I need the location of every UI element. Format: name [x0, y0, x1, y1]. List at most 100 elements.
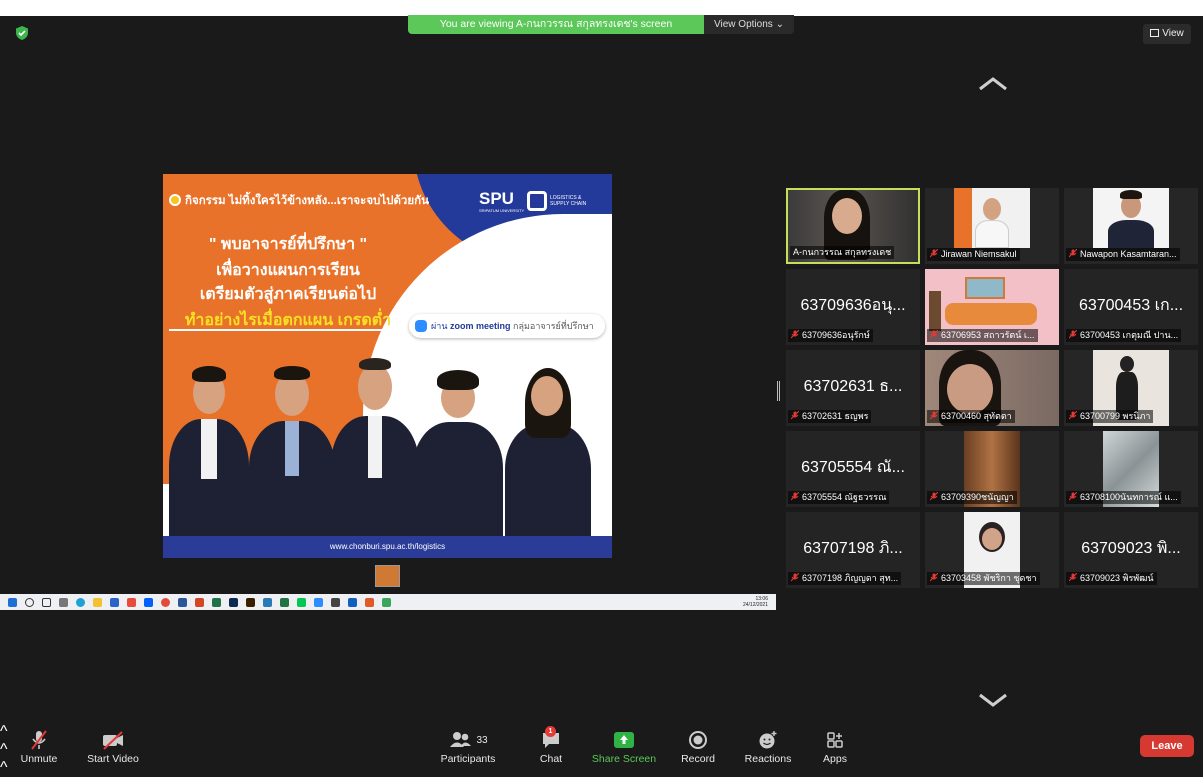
participant-tile[interactable]: A-กนกวรรณ สกุลทรงเดช: [786, 188, 920, 264]
chat-button[interactable]: 1 Chat: [533, 726, 569, 765]
explorer-icon: [93, 597, 102, 607]
participant-big-name: 63702631 ธ...: [803, 378, 903, 395]
line-icon: [297, 597, 306, 607]
app-icon: [127, 597, 136, 607]
participant-tile[interactable]: 63708100นันทการณ์ แ...: [1064, 431, 1198, 507]
share-screen-button[interactable]: Share Screen: [590, 729, 658, 765]
participant-name: 63705554 ณัฐธวรรณ: [788, 491, 890, 504]
participants-label: Participants: [440, 753, 496, 765]
chrome-icon: [161, 597, 170, 607]
participant-name: 63708100นันทการณ์ แ...: [1066, 491, 1181, 504]
participant-tile[interactable]: 63700460 สุทัตตา: [925, 350, 1059, 426]
participant-name: 63706953 สถาวรัตน์ เ...: [927, 329, 1038, 342]
target-icon: [169, 194, 181, 206]
participants-count: 33: [476, 734, 488, 746]
poster-person-2: [249, 366, 335, 536]
participant-name-text: 63705554 ณัฐธวรรณ: [802, 492, 887, 502]
mic-muted-icon: [930, 492, 938, 501]
share-screen-label: Share Screen: [591, 753, 657, 765]
participant-tile[interactable]: 63700799 พรนิภา: [1064, 350, 1198, 426]
participant-big-name: 63709636อนุ...: [800, 297, 906, 314]
lsc-logo: LOGISTICS & SUPPLY CHAIN: [527, 190, 599, 212]
participants-button[interactable]: 33 Participants: [437, 729, 499, 765]
participant-bg-shelf: [929, 291, 941, 331]
mic-muted-icon: [791, 330, 799, 339]
participant-tile[interactable]: 63700453 เก... 63700453 เกตุมณี ปาน...: [1064, 269, 1198, 345]
mail-icon: [110, 597, 119, 607]
shield-icon[interactable]: [14, 25, 30, 41]
poster-person-3: [331, 358, 419, 536]
unmute-button[interactable]: Unmute: [14, 729, 64, 765]
taskbar-date: 24/12/2021: [742, 602, 768, 608]
screen-thumbnail[interactable]: [375, 565, 400, 587]
poster-person-4: [413, 370, 503, 536]
participant-face: [982, 528, 1002, 550]
edge-icon: [76, 597, 85, 607]
participant-name-text: 63707198 ภิญญดา สุท...: [802, 573, 899, 583]
apps-button[interactable]: Apps: [818, 729, 852, 765]
split-handle[interactable]: [777, 381, 780, 401]
chevron-down-icon[interactable]: [978, 692, 1008, 708]
start-video-button[interactable]: Start Video: [84, 729, 142, 765]
dropbox-icon: [144, 597, 153, 607]
poster-headline-1: " พบอาจารย์ที่ปรึกษา ": [208, 236, 368, 253]
record-button[interactable]: Record: [679, 729, 717, 765]
poster-underline: [169, 329, 404, 331]
participant-big-name: 63700453 เก...: [1078, 297, 1184, 314]
start-video-label: Start Video: [87, 753, 139, 765]
mic-muted-icon: [930, 573, 938, 582]
leave-button[interactable]: Leave: [1140, 735, 1194, 757]
zoom-prefix: ผ่าน: [431, 321, 448, 331]
poster-activity-text: กิจกรรม ไม่ทิ้งใครไว้ข้างหลัง...เราจะจบไ…: [185, 195, 429, 207]
windows-start-icon: [8, 597, 17, 607]
app3-icon: [280, 597, 289, 607]
record-icon: [689, 731, 707, 749]
participant-name: Jirawan Niemsakul: [927, 248, 1020, 261]
participant-big-name: 63705554 ณั...: [801, 459, 905, 476]
participant-name-text: 63709390ชนัญญา: [941, 492, 1014, 502]
task-view-icon: [42, 597, 51, 607]
app5-icon: [348, 597, 357, 607]
mic-muted-icon: [791, 573, 799, 582]
participant-tile[interactable]: 63705554 ณั... 63705554 ณัฐธวรรณ: [786, 431, 920, 507]
shared-screen-poster: กิจกรรม ไม่ทิ้งใครไว้ข้างหลัง...เราจะจบไ…: [163, 174, 612, 558]
participant-name-text: 63703458 พัชริกา ชุดชา: [941, 573, 1037, 583]
taskbar-clock: 13:06 24/12/2021: [743, 596, 768, 608]
chevron-up-icon[interactable]: [978, 76, 1008, 92]
mic-muted-icon: [791, 492, 799, 501]
participant-name: 63700799 พรนิภา: [1066, 410, 1154, 423]
participant-tile[interactable]: 63709390ชนัญญา: [925, 431, 1059, 507]
mic-muted-icon: [930, 411, 938, 420]
mic-muted-icon: [1069, 573, 1077, 582]
zoom-taskbar-icon: [314, 597, 323, 607]
participant-name: 63707198 ภิญญดา สุท...: [788, 572, 902, 585]
illustrator-icon: [246, 597, 255, 607]
participant-tile[interactable]: Nawapon Kasamtaran...: [1064, 188, 1198, 264]
windows-taskbar: 13:06 24/12/2021: [0, 594, 776, 610]
participant-name: Nawapon Kasamtaran...: [1066, 248, 1180, 261]
participant-tile[interactable]: Jirawan Niemsakul: [925, 188, 1059, 264]
video-off-icon: [103, 731, 123, 750]
mic-muted-icon: [791, 411, 799, 420]
view-options-label: View Options: [714, 19, 773, 30]
apps-icon: [827, 732, 843, 748]
lsc-line2: SUPPLY CHAIN: [550, 201, 587, 207]
reactions-button[interactable]: Reactions: [741, 729, 795, 765]
participant-tile[interactable]: 63702631 ธ... 63702631 ธญพร: [786, 350, 920, 426]
grid-view-icon: [1150, 29, 1160, 37]
view-button[interactable]: View: [1143, 24, 1191, 44]
participant-tile[interactable]: 63706953 สถาวรัตน์ เ...: [925, 269, 1059, 345]
view-options-button[interactable]: View Options ⌄: [704, 15, 794, 34]
mic-muted-icon: [1069, 492, 1077, 501]
poster-url: www.chonburi.spu.ac.th/logistics: [163, 536, 612, 558]
participant-tile[interactable]: 63707198 ภิ... 63707198 ภิญญดา สุท...: [786, 512, 920, 588]
participant-tile[interactable]: 63709636อนุ... 63709636อนุรักษ์: [786, 269, 920, 345]
search-icon: [25, 597, 34, 607]
poster-headline-3: เตรียมตัวสู่ภาคเรียนต่อไป: [199, 286, 377, 303]
participant-tile[interactable]: 63703458 พัชริกา ชุดชา: [925, 512, 1059, 588]
participant-name-text: 63700453 เกตุมณี ปาน...: [1080, 330, 1179, 340]
participant-name: 63709390ชนัญญา: [927, 491, 1017, 504]
view-button-label: View: [1162, 28, 1184, 39]
participant-name-text: 63700799 พรนิภา: [1080, 411, 1151, 421]
participant-tile[interactable]: 63709023 พิ... 63709023 พิรพัฒน์: [1064, 512, 1198, 588]
